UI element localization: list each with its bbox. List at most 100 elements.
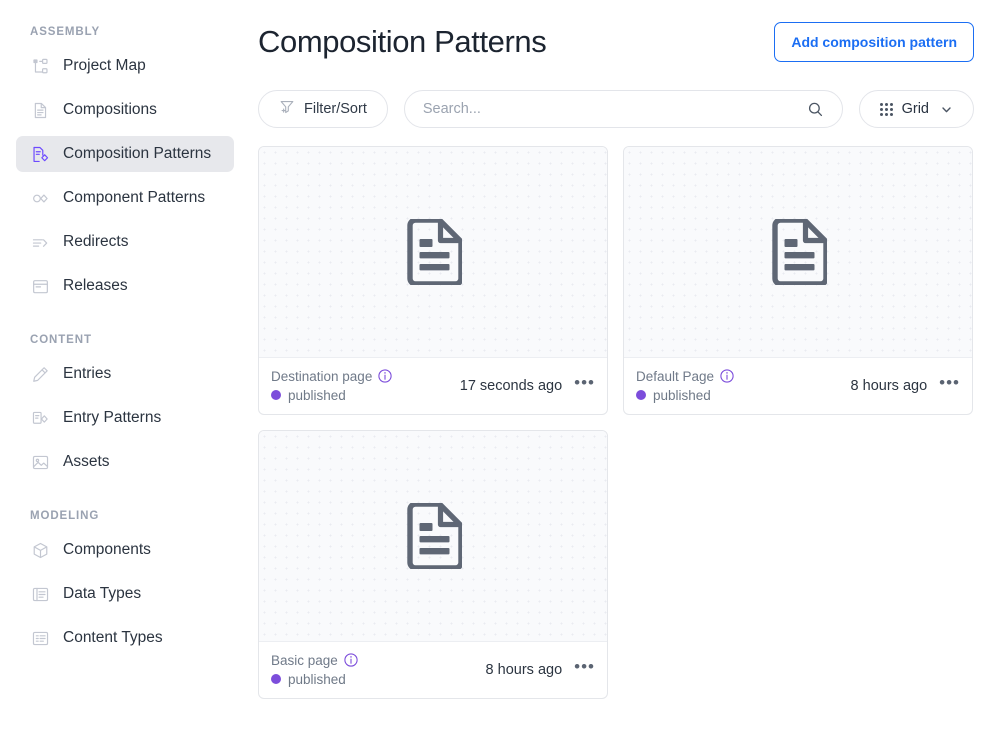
status-label: published bbox=[288, 388, 346, 403]
sidebar-item-label: Entries bbox=[63, 366, 111, 382]
card-meta: Destination page published bbox=[271, 369, 392, 403]
status-dot-icon bbox=[271, 674, 281, 684]
sidebar-item-label: Components bbox=[63, 542, 151, 558]
status-badge: published bbox=[636, 388, 734, 403]
sidebar-item-entry-patterns[interactable]: Entry Patterns bbox=[16, 400, 234, 436]
sidebar-item-label: Composition Patterns bbox=[63, 146, 211, 162]
sidebar-item-label: Assets bbox=[63, 454, 110, 470]
status-badge: published bbox=[271, 672, 358, 687]
composition-pattern-card[interactable]: Default Page published 8 hours ago ••• bbox=[623, 146, 973, 415]
chevron-down-icon bbox=[940, 103, 953, 116]
status-label: published bbox=[653, 388, 711, 403]
card-timestamp: 8 hours ago bbox=[851, 378, 928, 394]
list-icon bbox=[30, 628, 50, 648]
card-name: Default Page bbox=[636, 369, 714, 384]
calendar-icon bbox=[30, 276, 50, 296]
filter-sort-button[interactable]: Filter/Sort bbox=[258, 90, 388, 128]
card-name-row: Default Page bbox=[636, 369, 734, 384]
info-icon[interactable] bbox=[378, 369, 392, 383]
card-timestamp: 17 seconds ago bbox=[460, 378, 562, 394]
sidebar-item-label: Redirects bbox=[63, 234, 128, 250]
card-meta: Basic page published bbox=[271, 653, 358, 687]
sidebar-section-title: ASSEMBLY bbox=[0, 26, 250, 38]
sidebar-item-composition-patterns[interactable]: Composition Patterns bbox=[16, 136, 234, 172]
sidebar-item-compositions[interactable]: Compositions bbox=[16, 92, 234, 128]
sidebar-section-title: MODELING bbox=[0, 510, 250, 522]
search-box[interactable] bbox=[404, 90, 843, 128]
component-pattern-icon bbox=[30, 188, 50, 208]
sidebar-item-assets[interactable]: Assets bbox=[16, 444, 234, 480]
status-badge: published bbox=[271, 388, 392, 403]
card-more-options-button[interactable]: ••• bbox=[574, 379, 595, 393]
sidebar-item-label: Project Map bbox=[63, 58, 146, 74]
card-name: Destination page bbox=[271, 369, 372, 384]
card-name-row: Basic page bbox=[271, 653, 358, 668]
page-title: Composition Patterns bbox=[258, 24, 546, 60]
cube-icon bbox=[30, 540, 50, 560]
info-icon[interactable] bbox=[720, 369, 734, 383]
card-meta: Default Page published bbox=[636, 369, 734, 403]
document-icon bbox=[30, 100, 50, 120]
card-more-options-button[interactable]: ••• bbox=[939, 379, 960, 393]
sidebar-section-title: CONTENT bbox=[0, 334, 250, 346]
sidebar-section-modeling: MODELING Components Data Types Content Ty… bbox=[0, 510, 250, 656]
project-map-icon bbox=[30, 56, 50, 76]
pencil-icon bbox=[30, 364, 50, 384]
filter-sort-label: Filter/Sort bbox=[304, 101, 367, 117]
card-thumbnail bbox=[259, 431, 607, 642]
card-name-row: Destination page bbox=[271, 369, 392, 384]
redirect-arrow-icon bbox=[30, 232, 50, 252]
card-name: Basic page bbox=[271, 653, 338, 668]
card-timestamp: 8 hours ago bbox=[486, 662, 563, 678]
composition-pattern-icon bbox=[30, 144, 50, 164]
card-footer: Basic page published 8 hours ago ••• bbox=[259, 642, 607, 698]
document-page-icon bbox=[405, 219, 462, 285]
data-list-icon bbox=[30, 584, 50, 604]
card-thumbnail bbox=[624, 147, 972, 358]
entry-pattern-icon bbox=[30, 408, 50, 428]
card-footer: Destination page published 17 seconds ag… bbox=[259, 358, 607, 414]
sidebar-item-label: Releases bbox=[63, 278, 128, 294]
card-thumbnail bbox=[259, 147, 607, 358]
sidebar-section-assembly: ASSEMBLY Project Map Compositions Compos… bbox=[0, 26, 250, 304]
sidebar-item-label: Content Types bbox=[63, 630, 163, 646]
composition-pattern-card[interactable]: Destination page published 17 seconds ag… bbox=[258, 146, 608, 415]
sidebar-item-data-types[interactable]: Data Types bbox=[16, 576, 234, 612]
document-page-icon bbox=[405, 503, 462, 569]
sidebar-item-releases[interactable]: Releases bbox=[16, 268, 234, 304]
card-actions: 8 hours ago ••• bbox=[851, 378, 960, 394]
search-icon[interactable] bbox=[807, 101, 824, 118]
sidebar-item-components[interactable]: Components bbox=[16, 532, 234, 568]
composition-pattern-card[interactable]: Basic page published 8 hours ago ••• bbox=[258, 430, 608, 699]
image-icon bbox=[30, 452, 50, 472]
filter-icon bbox=[279, 99, 295, 119]
card-actions: 8 hours ago ••• bbox=[486, 662, 595, 678]
sidebar-item-component-patterns[interactable]: Component Patterns bbox=[16, 180, 234, 216]
sidebar-item-entries[interactable]: Entries bbox=[16, 356, 234, 392]
status-dot-icon bbox=[636, 390, 646, 400]
grid-view-icon bbox=[880, 103, 893, 116]
sidebar-item-content-types[interactable]: Content Types bbox=[16, 620, 234, 656]
sidebar-item-label: Compositions bbox=[63, 102, 157, 118]
sidebar-item-label: Entry Patterns bbox=[63, 410, 161, 426]
main-content: Composition Patterns Add composition pat… bbox=[250, 0, 988, 735]
sidebar-section-content: CONTENT Entries Entry Patterns Assets bbox=[0, 334, 250, 480]
info-icon[interactable] bbox=[344, 653, 358, 667]
page-header: Composition Patterns Add composition pat… bbox=[258, 0, 974, 72]
toolbar: Filter/Sort Grid bbox=[258, 90, 974, 128]
card-actions: 17 seconds ago ••• bbox=[460, 378, 595, 394]
search-input[interactable] bbox=[423, 101, 807, 117]
add-composition-pattern-button[interactable]: Add composition pattern bbox=[774, 22, 974, 62]
card-more-options-button[interactable]: ••• bbox=[574, 663, 595, 677]
status-dot-icon bbox=[271, 390, 281, 400]
status-label: published bbox=[288, 672, 346, 687]
card-footer: Default Page published 8 hours ago ••• bbox=[624, 358, 972, 414]
sidebar-item-project-map[interactable]: Project Map bbox=[16, 48, 234, 84]
app-root: ASSEMBLY Project Map Compositions Compos… bbox=[0, 0, 988, 735]
sidebar-item-redirects[interactable]: Redirects bbox=[16, 224, 234, 260]
sidebar-item-label: Component Patterns bbox=[63, 190, 205, 206]
composition-pattern-card-grid: Destination page published 17 seconds ag… bbox=[258, 146, 974, 699]
view-mode-dropdown[interactable]: Grid bbox=[859, 90, 974, 128]
document-page-icon bbox=[770, 219, 827, 285]
sidebar-item-label: Data Types bbox=[63, 586, 141, 602]
